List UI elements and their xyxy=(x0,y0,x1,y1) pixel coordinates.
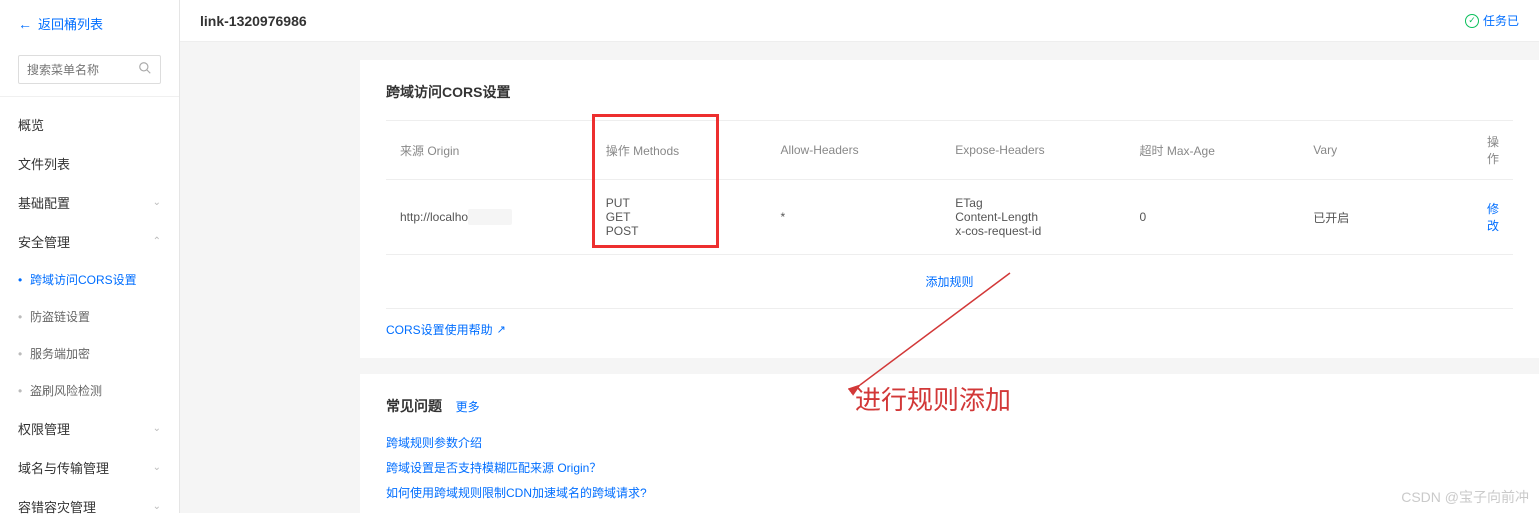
sidebar-item-cors[interactable]: 跨域访问CORS设置 xyxy=(0,261,179,298)
sidebar-item-overview[interactable]: 概览 xyxy=(0,105,179,144)
back-to-buckets[interactable]: ← 返回桶列表 xyxy=(0,10,179,43)
cell-allow-headers: * xyxy=(767,180,942,255)
bucket-name: link-1320976986 xyxy=(200,13,307,29)
faq-item[interactable]: 如何使用跨域规则限制CDN加速域名的跨域请求? xyxy=(386,480,1513,505)
sidebar-item-fault[interactable]: 容错容灾管理⌄ xyxy=(0,487,179,526)
col-action: 操作 xyxy=(1473,121,1513,180)
sidebar-item-basic[interactable]: 基础配置⌄ xyxy=(0,183,179,222)
table-row: http://localhos.....3 PUT GET POST * ETa… xyxy=(386,180,1513,255)
sidebar-item-encryption[interactable]: 服务端加密 xyxy=(0,335,179,372)
cors-help-link[interactable]: CORS设置使用帮助 ↗ xyxy=(386,321,506,338)
add-rule-button[interactable]: 添加规则 xyxy=(925,275,973,289)
header-bar: link-1320976986 ✓ 任务已 xyxy=(180,0,1539,42)
cell-max-age: 0 xyxy=(1126,180,1300,255)
add-rule-row: 添加规则 xyxy=(386,255,1513,309)
faq-panel: 常见问题 更多 跨域规则参数介绍 跨域设置是否支持模糊匹配来源 Origin？ … xyxy=(360,374,1539,513)
check-circle-icon: ✓ xyxy=(1465,14,1479,28)
external-link-icon: ↗ xyxy=(497,323,506,336)
col-methods: 操作 Methods xyxy=(592,121,767,180)
arrow-left-icon: ← xyxy=(18,16,32,32)
faq-list: 跨域规则参数介绍 跨域设置是否支持模糊匹配来源 Origin？ 如何使用跨域规则… xyxy=(386,430,1513,505)
redaction-block xyxy=(468,209,512,225)
sidebar-item-domain[interactable]: 域名与传输管理⌄ xyxy=(0,448,179,487)
cell-action: 修改 xyxy=(1473,180,1513,255)
sidebar-item-files[interactable]: 文件列表 xyxy=(0,144,179,183)
faq-item[interactable]: 跨域规则参数介绍 xyxy=(386,430,1513,455)
cors-panel: 跨域访问CORS设置 来源 Origin 操作 Methods Allow-He… xyxy=(360,60,1539,358)
back-label: 返回桶列表 xyxy=(38,14,103,33)
cell-expose-headers: ETag Content-Length x-cos-request-id xyxy=(941,180,1125,255)
nav: 概览 文件列表 基础配置⌄ 安全管理⌃ 跨域访问CORS设置 防盗链设置 服务端… xyxy=(0,105,179,526)
col-max-age: 超时 Max-Age xyxy=(1126,121,1300,180)
cell-origin: http://localhos.....3 xyxy=(386,180,592,255)
chevron-down-icon: ⌄ xyxy=(153,197,161,208)
cell-vary: 已开启 xyxy=(1299,180,1473,255)
chevron-down-icon: ⌄ xyxy=(153,423,161,434)
faq-item[interactable]: 跨域设置是否支持模糊匹配来源 Origin？ xyxy=(386,455,1513,480)
sidebar-item-risk[interactable]: 盗刷风险检测 xyxy=(0,372,179,409)
panel-title: 跨域访问CORS设置 xyxy=(386,82,1513,102)
sidebar-item-permissions[interactable]: 权限管理⌄ xyxy=(0,409,179,448)
chevron-down-icon: ⌄ xyxy=(153,462,161,473)
task-status[interactable]: ✓ 任务已 xyxy=(1465,12,1519,29)
sidebar: ← 返回桶列表 概览 文件列表 基础配置⌄ 安全管理⌃ 跨域访问CORS设置 防… xyxy=(0,0,180,513)
cell-methods: PUT GET POST xyxy=(592,180,767,255)
cors-table: 来源 Origin 操作 Methods Allow-Headers Expos… xyxy=(386,120,1513,309)
col-vary: Vary xyxy=(1299,121,1473,180)
search-input[interactable] xyxy=(27,63,138,77)
col-origin: 来源 Origin xyxy=(386,121,592,180)
chevron-up-icon: ⌃ xyxy=(153,236,161,247)
faq-title: 常见问题 xyxy=(386,396,442,416)
col-allow-headers: Allow-Headers xyxy=(767,121,942,180)
col-expose-headers: Expose-Headers xyxy=(941,121,1125,180)
search-wrap xyxy=(0,43,179,97)
sidebar-item-security[interactable]: 安全管理⌃ xyxy=(0,222,179,261)
sidebar-item-hotlink[interactable]: 防盗链设置 xyxy=(0,298,179,335)
search-icon[interactable] xyxy=(138,61,152,78)
main: link-1320976986 ✓ 任务已 跨域访问CORS设置 来源 Orig… xyxy=(180,0,1539,513)
faq-more-link[interactable]: 更多 xyxy=(456,400,480,414)
search-box[interactable] xyxy=(18,55,161,84)
edit-link[interactable]: 修改 xyxy=(1487,202,1499,233)
chevron-down-icon: ⌄ xyxy=(153,501,161,512)
